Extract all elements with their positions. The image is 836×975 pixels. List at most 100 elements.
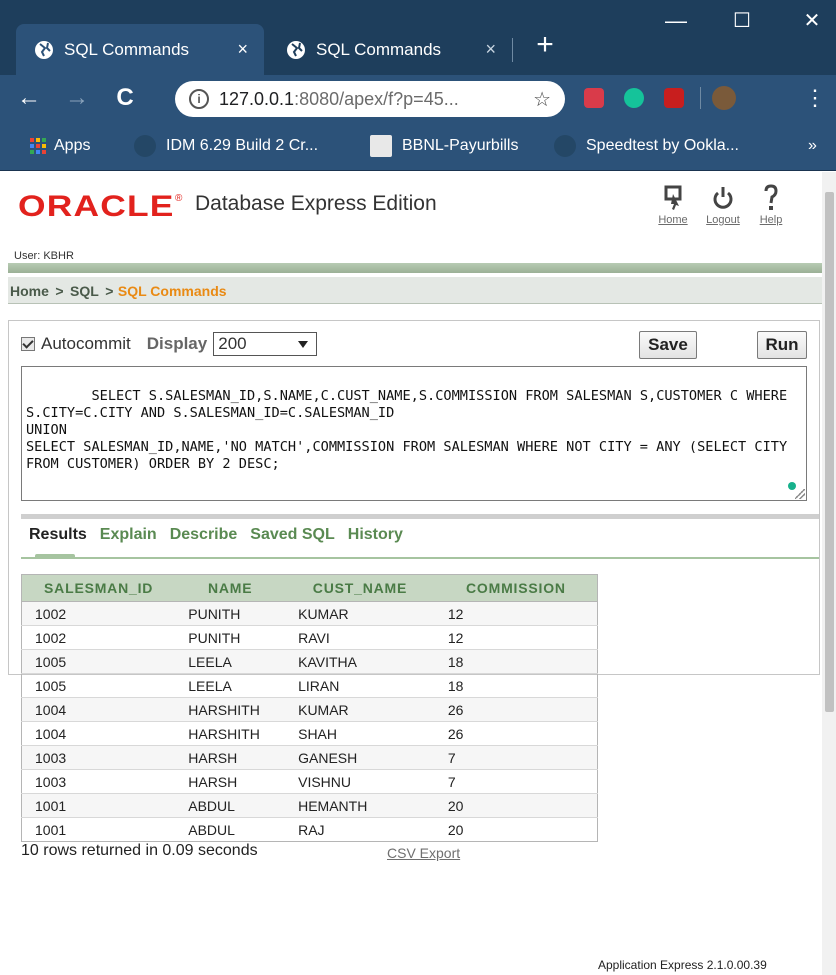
bookmarks-more-icon[interactable]: »	[808, 135, 817, 157]
new-tab-button[interactable]: +	[530, 30, 560, 60]
breadcrumb-separator: >	[55, 283, 64, 299]
url-path: :8080/apex/f?p=45...	[294, 88, 459, 109]
table-cell: 1003	[21, 745, 176, 770]
bookmarks-bar: Apps IDM 6.29 Build 2 Cr... BBNL-Payurbi…	[0, 121, 836, 171]
table-cell: LEELA	[175, 673, 286, 698]
table-cell: ABDUL	[175, 817, 286, 842]
tab-results[interactable]: Results	[29, 526, 87, 550]
run-button[interactable]: Run	[757, 331, 807, 359]
bookmark-label: Apps	[54, 137, 91, 154]
table-cell: HEMANTH	[285, 793, 435, 818]
table-cell: KUMAR	[285, 697, 435, 722]
autocommit-checkbox[interactable]	[21, 337, 35, 351]
table-cell: 1002	[21, 601, 176, 626]
table-cell: HARSHITH	[175, 721, 286, 746]
grammarly-extension-icon[interactable]	[624, 88, 644, 108]
tab-strip: SQL Commands × SQL Commands × + — ☐ ✕	[0, 0, 836, 75]
apex-page: ORACLE ® Database Express Edition Home L…	[0, 172, 822, 975]
breadcrumb-sql[interactable]: SQL	[70, 283, 99, 299]
globe-icon	[35, 40, 53, 59]
column-header: CUST_NAME	[285, 574, 435, 602]
table-row: 1001 ABDUL RAJ 20	[21, 817, 598, 842]
scrollbar-thumb[interactable]	[825, 192, 834, 712]
table-row: 1005 LEELA KAVITHA 18	[21, 649, 598, 674]
table-cell: 1005	[21, 673, 176, 698]
pdf-extension-icon[interactable]	[664, 88, 684, 108]
help-link[interactable]: Help	[746, 182, 796, 226]
table-cell: RAJ	[285, 817, 435, 842]
display-select[interactable]: 200	[213, 332, 318, 356]
table-cell: 20	[434, 793, 598, 818]
profile-avatar[interactable]	[712, 86, 736, 110]
reload-button[interactable]: C	[110, 83, 140, 113]
tab-sql-commands-1[interactable]: SQL Commands ×	[16, 24, 264, 75]
bookmark-bbnl[interactable]: BBNL-Payurbills	[370, 135, 518, 157]
bbnl-favicon-icon	[370, 135, 392, 157]
table-body: 1002 PUNITH KUMAR 12 1002 PUNITH RAVI 12 1005 LEE…	[21, 601, 598, 842]
power-icon	[713, 187, 733, 209]
table-cell: PUNITH	[175, 601, 286, 626]
table-cell: KUMAR	[285, 601, 435, 626]
close-window-button[interactable]: ✕	[788, 8, 836, 44]
results-table: SALESMAN_ID NAME CUST_NAME COMMISSION 10…	[21, 574, 598, 842]
table-cell: LIRAN	[285, 673, 435, 698]
apps-grid-icon	[30, 138, 46, 154]
table-cell: LEELA	[175, 649, 286, 674]
bookmark-star-icon[interactable]: ☆	[533, 87, 551, 112]
csv-export-link[interactable]: CSV Export	[387, 845, 460, 861]
table-cell: 1001	[21, 817, 176, 842]
bookmark-apps[interactable]: Apps	[30, 135, 90, 157]
tabs-baseline	[21, 557, 819, 559]
table-cell: HARSHITH	[175, 697, 286, 722]
browser-menu-icon[interactable]: ⋮	[800, 83, 830, 113]
tab-sql-commands-2[interactable]: SQL Commands ×	[268, 24, 512, 75]
table-cell: 26	[434, 697, 598, 722]
info-icon[interactable]: i	[189, 89, 209, 109]
minimize-button[interactable]: —	[652, 8, 700, 44]
sql-commands-region: Autocommit Display 200 Save Run SELECT S…	[8, 320, 820, 861]
table-cell: KAVITHA	[285, 649, 435, 674]
back-button[interactable]: ←	[14, 83, 44, 113]
table-cell: 7	[434, 769, 598, 794]
table-cell: SHAH	[285, 721, 435, 746]
table-cell: 1004	[21, 697, 176, 722]
tab-history[interactable]: History	[348, 526, 403, 550]
autocommit-label: Autocommit	[41, 334, 131, 353]
tab-title: SQL Commands	[316, 39, 442, 59]
table-row: 1001 ABDUL HEMANTH 20	[21, 793, 598, 818]
editor-options: Autocommit Display 200	[21, 331, 318, 357]
close-tab-icon[interactable]: ×	[237, 39, 248, 60]
version-footer: Application Express 2.1.0.00.39	[598, 958, 767, 972]
sql-textarea[interactable]: SELECT S.SALESMAN_ID,S.NAME,C.CUST_NAME,…	[21, 366, 807, 501]
table-cell: 1002	[21, 625, 176, 650]
header-bar	[8, 263, 822, 273]
page-scrollbar[interactable]	[822, 172, 836, 975]
table-cell: GANESH	[285, 745, 435, 770]
pocket-extension-icon[interactable]	[584, 88, 604, 108]
tab-explain[interactable]: Explain	[100, 526, 157, 550]
registered-mark: ®	[175, 193, 183, 204]
column-header: COMMISSION	[434, 574, 598, 602]
bookmark-idm[interactable]: IDM 6.29 Build 2 Cr...	[134, 135, 318, 157]
home-label: Home	[658, 214, 688, 226]
table-row: 1002 PUNITH KUMAR 12	[21, 601, 598, 626]
table-cell: HARSH	[175, 769, 286, 794]
breadcrumb-home[interactable]: Home	[10, 283, 49, 299]
save-button[interactable]: Save	[639, 331, 697, 359]
table-cell: 7	[434, 745, 598, 770]
resize-grip-icon[interactable]	[795, 489, 805, 499]
tab-describe[interactable]: Describe	[170, 526, 238, 550]
table-row: 1003 HARSH GANESH 7	[21, 745, 598, 770]
forward-button[interactable]: →	[62, 83, 92, 113]
help-label: Help	[759, 214, 783, 226]
address-bar[interactable]: i 127.0.0.1 :8080/apex/f?p=45... ☆	[175, 81, 565, 117]
browser-window: SQL Commands × SQL Commands × + — ☐ ✕ ← …	[0, 0, 836, 975]
table-row: 1004 HARSHITH KUMAR 26	[21, 697, 598, 722]
bookmark-speedtest[interactable]: Speedtest by Ookla...	[554, 135, 739, 157]
tab-saved-sql[interactable]: Saved SQL	[250, 526, 334, 550]
product-title: Database Express Edition	[195, 192, 437, 215]
close-tab-icon[interactable]: ×	[485, 39, 496, 60]
logout-link[interactable]: Logout	[698, 182, 748, 226]
maximize-button[interactable]: ☐	[718, 8, 766, 44]
home-link[interactable]: Home	[648, 182, 698, 226]
